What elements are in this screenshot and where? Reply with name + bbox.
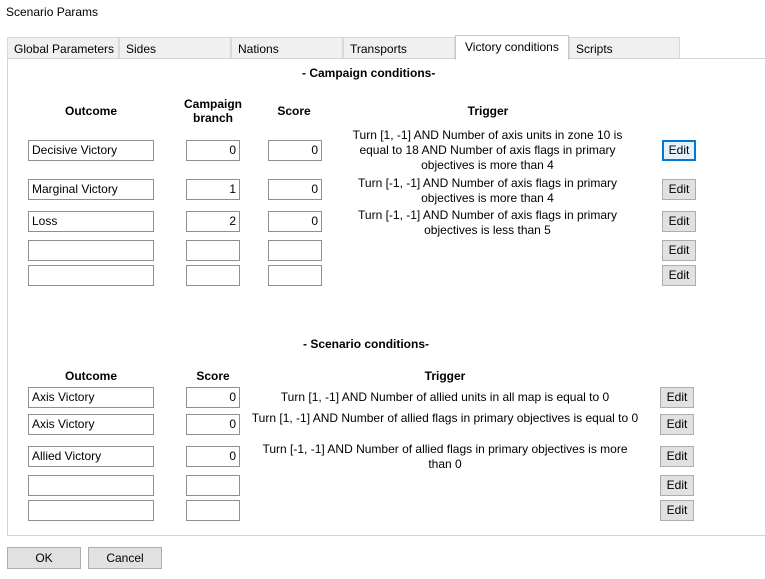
tab-transports[interactable]: Transports xyxy=(343,37,455,58)
campaign-branch-field[interactable]: 0 xyxy=(186,140,240,161)
campaign-trigger-text: Turn [1, -1] AND Number of axis units in… xyxy=(352,128,623,172)
campaign-branch-header: Campaign branch xyxy=(183,97,242,125)
scenario-trigger-header: Trigger xyxy=(424,369,466,383)
ok-button[interactable]: OK xyxy=(7,547,81,569)
campaign-edit-button[interactable]: Edit xyxy=(662,265,696,286)
campaign-score-field[interactable]: 0 xyxy=(268,140,322,161)
scenario-edit-button[interactable]: Edit xyxy=(660,414,694,435)
scenario-section-title: - Scenario conditions- xyxy=(303,337,430,351)
scenario-score-field[interactable]: 0 xyxy=(186,414,240,435)
campaign-outcome-field[interactable]: Decisive Victory xyxy=(28,140,154,161)
scenario-trigger-text: Turn [1, -1] AND Number of allied flags … xyxy=(251,411,639,425)
scenario-outcome-header: Outcome xyxy=(64,369,117,383)
scenario-outcome-field[interactable]: Axis Victory xyxy=(28,414,154,435)
campaign-score-field[interactable]: 0 xyxy=(268,179,322,200)
tab-sides[interactable]: Sides xyxy=(119,37,231,58)
scenario-outcome-field[interactable]: Axis Victory xyxy=(28,387,154,408)
campaign-section-title: - Campaign conditions- xyxy=(302,66,436,80)
campaign-score-field[interactable] xyxy=(268,265,322,286)
scenario-score-header: Score xyxy=(196,369,230,383)
scenario-edit-button[interactable]: Edit xyxy=(660,475,694,496)
scenario-edit-button[interactable]: Edit xyxy=(660,500,694,521)
tab-scripts[interactable]: Scripts xyxy=(569,37,680,58)
campaign-edit-button[interactable]: Edit xyxy=(662,211,696,232)
campaign-score-field[interactable]: 0 xyxy=(268,211,322,232)
campaign-edit-button[interactable]: Edit xyxy=(662,240,696,261)
tab-global-parameters[interactable]: Global Parameters xyxy=(7,37,119,58)
campaign-outcome-header: Outcome xyxy=(64,104,117,118)
campaign-score-field[interactable] xyxy=(268,240,322,261)
scenario-score-field[interactable] xyxy=(186,475,240,496)
scenario-trigger-text: Turn [-1, -1] AND Number of allied flags… xyxy=(262,442,628,471)
campaign-edit-button[interactable]: Edit xyxy=(662,140,696,161)
campaign-branch-field[interactable]: 1 xyxy=(186,179,240,200)
campaign-trigger-text: Turn [-1, -1] AND Number of axis flags i… xyxy=(358,208,617,237)
campaign-trigger-text: Turn [-1, -1] AND Number of axis flags i… xyxy=(358,176,617,205)
scenario-edit-button[interactable]: Edit xyxy=(660,387,694,408)
cancel-button[interactable]: Cancel xyxy=(88,547,162,569)
window-title: Scenario Params xyxy=(6,5,99,19)
campaign-branch-field[interactable] xyxy=(186,240,240,261)
campaign-branch-field[interactable] xyxy=(186,265,240,286)
scenario-trigger-text: Turn [1, -1] AND Number of allied units … xyxy=(280,390,610,404)
campaign-outcome-field[interactable]: Marginal Victory xyxy=(28,179,154,200)
scenario-outcome-field[interactable] xyxy=(28,475,154,496)
scenario-score-field[interactable]: 0 xyxy=(186,387,240,408)
tab-nations[interactable]: Nations xyxy=(231,37,343,58)
scenario-score-field[interactable] xyxy=(186,500,240,521)
campaign-score-header: Score xyxy=(277,104,311,118)
campaign-trigger-header: Trigger xyxy=(467,104,509,118)
campaign-branch-field[interactable]: 2 xyxy=(186,211,240,232)
scenario-outcome-field[interactable]: Allied Victory xyxy=(28,446,154,467)
scenario-outcome-field[interactable] xyxy=(28,500,154,521)
campaign-outcome-field[interactable]: Loss xyxy=(28,211,154,232)
scenario-score-field[interactable]: 0 xyxy=(186,446,240,467)
campaign-outcome-field[interactable] xyxy=(28,240,154,261)
campaign-outcome-field[interactable] xyxy=(28,265,154,286)
scenario-edit-button[interactable]: Edit xyxy=(660,446,694,467)
tab-victory-conditions[interactable]: Victory conditions xyxy=(455,35,569,60)
campaign-edit-button[interactable]: Edit xyxy=(662,179,696,200)
